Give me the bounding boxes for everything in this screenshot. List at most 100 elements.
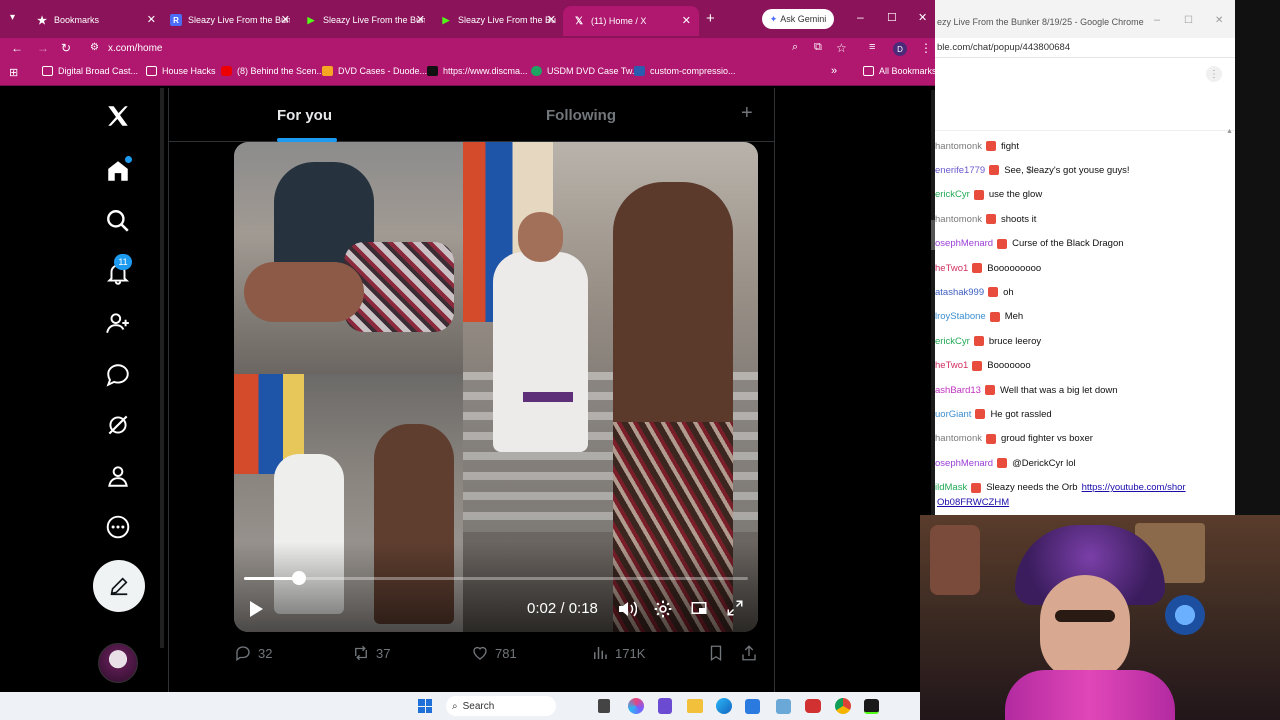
home-icon[interactable]: [103, 156, 133, 186]
chat-username[interactable]: hantomonk: [935, 214, 982, 225]
app-icon[interactable]: [805, 699, 821, 713]
chat-username[interactable]: osephMenard: [935, 458, 993, 469]
chat-link[interactable]: https://youtube.com/shor: [1082, 482, 1186, 493]
bookmark-item[interactable]: custom-compressio...: [634, 66, 736, 76]
windows-start-icon[interactable]: [418, 699, 432, 713]
play-button[interactable]: [248, 600, 264, 618]
bookmark-button[interactable]: [708, 644, 730, 662]
notifications-icon[interactable]: 11: [103, 254, 133, 288]
chat-username[interactable]: atashak999: [935, 287, 984, 298]
like-button[interactable]: 781: [471, 644, 517, 662]
share-button[interactable]: [740, 644, 764, 662]
reply-button[interactable]: 32: [234, 644, 272, 662]
profile-avatar[interactable]: D: [893, 42, 907, 56]
search-icon[interactable]: [103, 206, 133, 236]
bookmark-item[interactable]: (8) Behind the Scen...: [221, 66, 324, 76]
bookmark-item[interactable]: USDM DVD Case Tw...: [531, 66, 639, 76]
more-bookmarks-icon[interactable]: »: [831, 65, 837, 77]
address-bar[interactable]: x.com/home: [108, 43, 162, 54]
file-explorer-icon[interactable]: [687, 699, 703, 713]
minimize-icon[interactable]: –: [857, 10, 864, 24]
teams-icon[interactable]: [658, 698, 672, 714]
bookmark-item[interactable]: House Hacks: [146, 66, 216, 76]
scroll-up-icon[interactable]: ▲: [1226, 128, 1233, 135]
settings-button[interactable]: [653, 599, 673, 619]
bookmark-item[interactable]: Digital Broad Cast...: [42, 66, 138, 76]
chat-username[interactable]: ildMask: [935, 482, 967, 493]
all-bookmarks[interactable]: All Bookmarks: [863, 66, 937, 76]
follow-icon[interactable]: [103, 308, 133, 338]
chat-username[interactable]: heTwo1: [935, 263, 968, 274]
apps-grid-icon[interactable]: ⊞: [9, 66, 18, 79]
menu-dots-icon[interactable]: ⋮: [920, 41, 932, 55]
repost-button[interactable]: 37: [352, 644, 390, 662]
tab-x-home[interactable]: 𝕏 (11) Home / X ✕: [563, 6, 699, 36]
views-button[interactable]: 171K: [591, 644, 645, 662]
tab-search-icon[interactable]: ▾: [10, 12, 15, 23]
chat-username[interactable]: uorGiant: [935, 409, 971, 420]
tab-for-you[interactable]: For you: [277, 107, 332, 124]
chat-menu-dots-icon[interactable]: ⋮: [1206, 66, 1222, 82]
tab-sleazy-2[interactable]: ▶ Sleazy Live From the Bun ✕: [305, 8, 425, 32]
x-logo-icon[interactable]: [103, 101, 133, 131]
sidebar-scrollbar[interactable]: [160, 88, 164, 648]
chat-username[interactable]: lroyStabone: [935, 311, 986, 322]
grok-icon[interactable]: [103, 410, 133, 440]
video-player[interactable]: 0:02 / 0:18: [234, 142, 758, 632]
ask-gemini-button[interactable]: ✦ Ask Gemini: [762, 9, 834, 29]
copilot-icon[interactable]: [628, 698, 644, 714]
maximize-icon[interactable]: ☐: [1184, 15, 1193, 26]
add-tab-icon[interactable]: +: [741, 102, 753, 125]
tab-bookmarks[interactable]: ★ Bookmarks ✕: [36, 8, 156, 32]
reload-icon[interactable]: ↻: [61, 41, 71, 55]
install-icon[interactable]: ⧉: [814, 41, 822, 54]
tab-following[interactable]: Following: [546, 107, 616, 124]
close-icon[interactable]: ✕: [416, 13, 425, 26]
fullscreen-button[interactable]: [726, 599, 744, 617]
compose-post-button[interactable]: [93, 560, 145, 612]
store-icon[interactable]: [745, 699, 760, 714]
chat-url[interactable]: ble.com/chat/popup/443800684: [937, 42, 1070, 53]
profile-icon[interactable]: [103, 461, 133, 491]
chat-username[interactable]: enerife1779: [935, 165, 985, 176]
bookmark-item[interactable]: DVD Cases - Duode...: [322, 66, 427, 76]
chat-username[interactable]: hantomonk: [935, 433, 982, 444]
reading-list-icon[interactable]: ≡: [869, 41, 875, 53]
chat-link-continuation[interactable]: Ob08FRWCZHM: [937, 497, 1009, 508]
taskbar-search[interactable]: ⌕ Search: [446, 696, 556, 716]
progress-track[interactable]: [244, 571, 748, 585]
close-icon[interactable]: ✕: [281, 13, 290, 26]
bookmark-star-icon[interactable]: ☆: [836, 41, 847, 55]
chrome-icon[interactable]: [835, 698, 851, 714]
pip-button[interactable]: [690, 599, 708, 617]
chat-username[interactable]: osephMenard: [935, 238, 993, 249]
bookmark-item[interactable]: https://www.discma...: [427, 66, 528, 76]
task-view-icon[interactable]: [598, 699, 610, 713]
chat-username[interactable]: erickCyr: [935, 189, 970, 200]
chat-username[interactable]: hantomonk: [935, 141, 982, 152]
app-icon[interactable]: [776, 699, 791, 714]
account-avatar[interactable]: [98, 643, 138, 683]
messages-icon[interactable]: [103, 360, 133, 390]
site-info-icon[interactable]: ⚙: [90, 42, 99, 53]
forward-icon[interactable]: →: [37, 41, 49, 55]
close-icon[interactable]: ✕: [682, 14, 691, 27]
tab-sleazy-1[interactable]: R Sleazy Live From the Bun ✕: [170, 8, 290, 32]
more-icon[interactable]: [103, 512, 133, 542]
new-tab-icon[interactable]: +: [706, 10, 715, 27]
zoom-icon[interactable]: ⌕: [792, 41, 798, 54]
edge-icon[interactable]: [716, 698, 732, 714]
close-icon[interactable]: ✕: [147, 13, 156, 26]
window-close-icon[interactable]: ✕: [918, 11, 927, 24]
mute-button[interactable]: [617, 600, 637, 618]
close-icon[interactable]: ✕: [547, 13, 556, 26]
chat-username[interactable]: erickCyr: [935, 336, 970, 347]
chat-username[interactable]: heTwo1: [935, 360, 968, 371]
chat-username[interactable]: ashBard13: [935, 385, 981, 396]
back-icon[interactable]: ←: [11, 41, 23, 55]
window-close-icon[interactable]: ✕: [1215, 15, 1223, 26]
app-icon[interactable]: [864, 699, 879, 714]
maximize-icon[interactable]: ☐: [887, 11, 897, 24]
tab-sleazy-3[interactable]: ▶ Sleazy Live From the Bun ✕: [440, 8, 556, 32]
minimize-icon[interactable]: –: [1154, 14, 1160, 26]
